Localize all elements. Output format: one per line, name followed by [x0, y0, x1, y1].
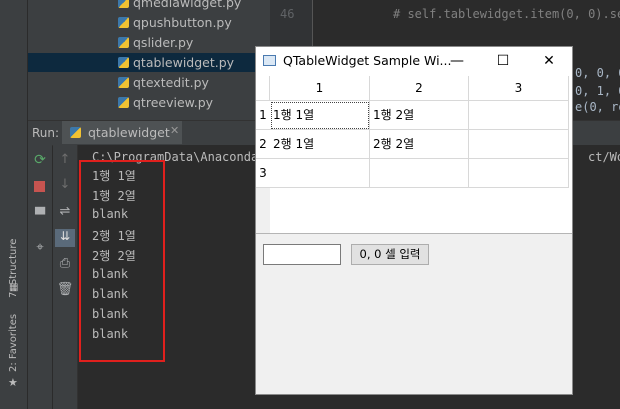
- table-cell[interactable]: [370, 159, 469, 188]
- arrow-up-icon[interactable]: ↑: [53, 152, 77, 167]
- window-title: QTableWidget Sample Wi...: [283, 53, 452, 68]
- window-app-icon: [263, 55, 276, 66]
- column-header[interactable]: 2: [370, 76, 469, 101]
- arrow-down-icon[interactable]: ↓: [53, 177, 77, 192]
- line-number: 46: [280, 7, 295, 21]
- trash-icon[interactable]: 🗑: [53, 282, 77, 297]
- close-icon[interactable]: ✕: [170, 124, 179, 137]
- tree-item[interactable]: qtreeview.py: [118, 93, 213, 112]
- python-file-icon: [118, 37, 129, 48]
- python-file-icon: [70, 127, 81, 138]
- favorites-tab[interactable]: 2: Favorites: [8, 314, 19, 372]
- structure-icon: ▦: [9, 282, 19, 293]
- table-cell[interactable]: 2행 1열: [270, 130, 370, 159]
- layout-icon[interactable]: ▀: [28, 208, 52, 223]
- run-label: Run:: [32, 126, 60, 140]
- table-cell[interactable]: 1행 2열: [370, 101, 469, 130]
- row-header[interactable]: 2: [256, 130, 270, 159]
- column-header[interactable]: 1: [270, 76, 370, 101]
- scroll-to-end-button[interactable]: ⇊: [55, 229, 75, 247]
- console-command-tail: ct/Work: [588, 150, 620, 164]
- python-file-icon: [118, 77, 129, 88]
- set-cell-button[interactable]: 0, 0 셀 입력: [351, 244, 429, 265]
- row-header[interactable]: 1: [256, 101, 270, 130]
- project-tree: qmediawidget.py qpushbutton.py qslider.p…: [28, 0, 270, 120]
- tree-item[interactable]: qmediawidget.py: [118, 0, 241, 12]
- code-line: # self.tablewidget.item(0, 0).se: [393, 7, 620, 21]
- minimize-button[interactable]: —: [434, 47, 480, 76]
- console-toolbar: ↑ ↓ ⇌ ⇊ ⎙ 🗑: [53, 145, 78, 409]
- cell-value-input[interactable]: [263, 244, 341, 265]
- table-cell[interactable]: [469, 101, 569, 130]
- table-widget[interactable]: 1 2 3 1 2 3 1행 1열 1행 2열 2행 1열 2행 2열: [256, 76, 572, 234]
- side-tool-strip: 7: Structure ▦ 2: Favorites ★: [0, 0, 28, 409]
- qtablewidget-window: QTableWidget Sample Wi... — ☐ ✕ 1 2 3 1 …: [255, 46, 573, 395]
- table-cell[interactable]: [270, 159, 370, 188]
- pin-icon[interactable]: ⌖: [28, 240, 52, 255]
- highlight-annotation-box: [79, 160, 165, 362]
- tree-item[interactable]: qslider.py: [118, 33, 193, 52]
- star-icon: ★: [8, 376, 18, 389]
- scroll-to-end-icon: ⇊: [59, 229, 71, 243]
- code-fragment: 0, 1, Q: [575, 84, 620, 98]
- run-tab[interactable]: qtablewidget ✕: [62, 121, 182, 144]
- table-cell[interactable]: 1행 1열: [270, 101, 370, 130]
- python-file-icon: [118, 57, 129, 68]
- rerun-icon[interactable]: ⟳: [28, 152, 52, 168]
- window-titlebar[interactable]: QTableWidget Sample Wi... — ☐ ✕: [256, 47, 572, 76]
- row-header-empty: [256, 188, 270, 233]
- close-button[interactable]: ✕: [526, 47, 572, 76]
- column-header[interactable]: 3: [469, 76, 569, 101]
- code-fragment: 0, 0, Q: [575, 66, 620, 80]
- row-header[interactable]: 3: [256, 159, 270, 188]
- print-icon[interactable]: ⎙: [53, 256, 77, 271]
- table-corner[interactable]: [256, 76, 270, 101]
- tree-item-selected[interactable]: qtablewidget.py: [28, 53, 270, 72]
- stop-icon[interactable]: [34, 181, 45, 192]
- python-file-icon: [118, 17, 129, 28]
- python-file-icon: [118, 0, 129, 8]
- tree-item[interactable]: qpushbutton.py: [118, 13, 232, 32]
- code-fragment: e(0, rowce: [575, 100, 620, 114]
- table-cell[interactable]: [469, 159, 569, 188]
- run-toolbar: ⟳ ▀ ⌖: [28, 145, 52, 409]
- tree-item[interactable]: qtextedit.py: [118, 73, 209, 92]
- run-tab-label: qtablewidget: [88, 125, 170, 140]
- soft-wrap-icon[interactable]: ⇌: [53, 204, 77, 219]
- table-cell[interactable]: 2행 2열: [370, 130, 469, 159]
- python-file-icon: [118, 97, 129, 108]
- maximize-button[interactable]: ☐: [480, 47, 526, 76]
- table-cell[interactable]: [469, 130, 569, 159]
